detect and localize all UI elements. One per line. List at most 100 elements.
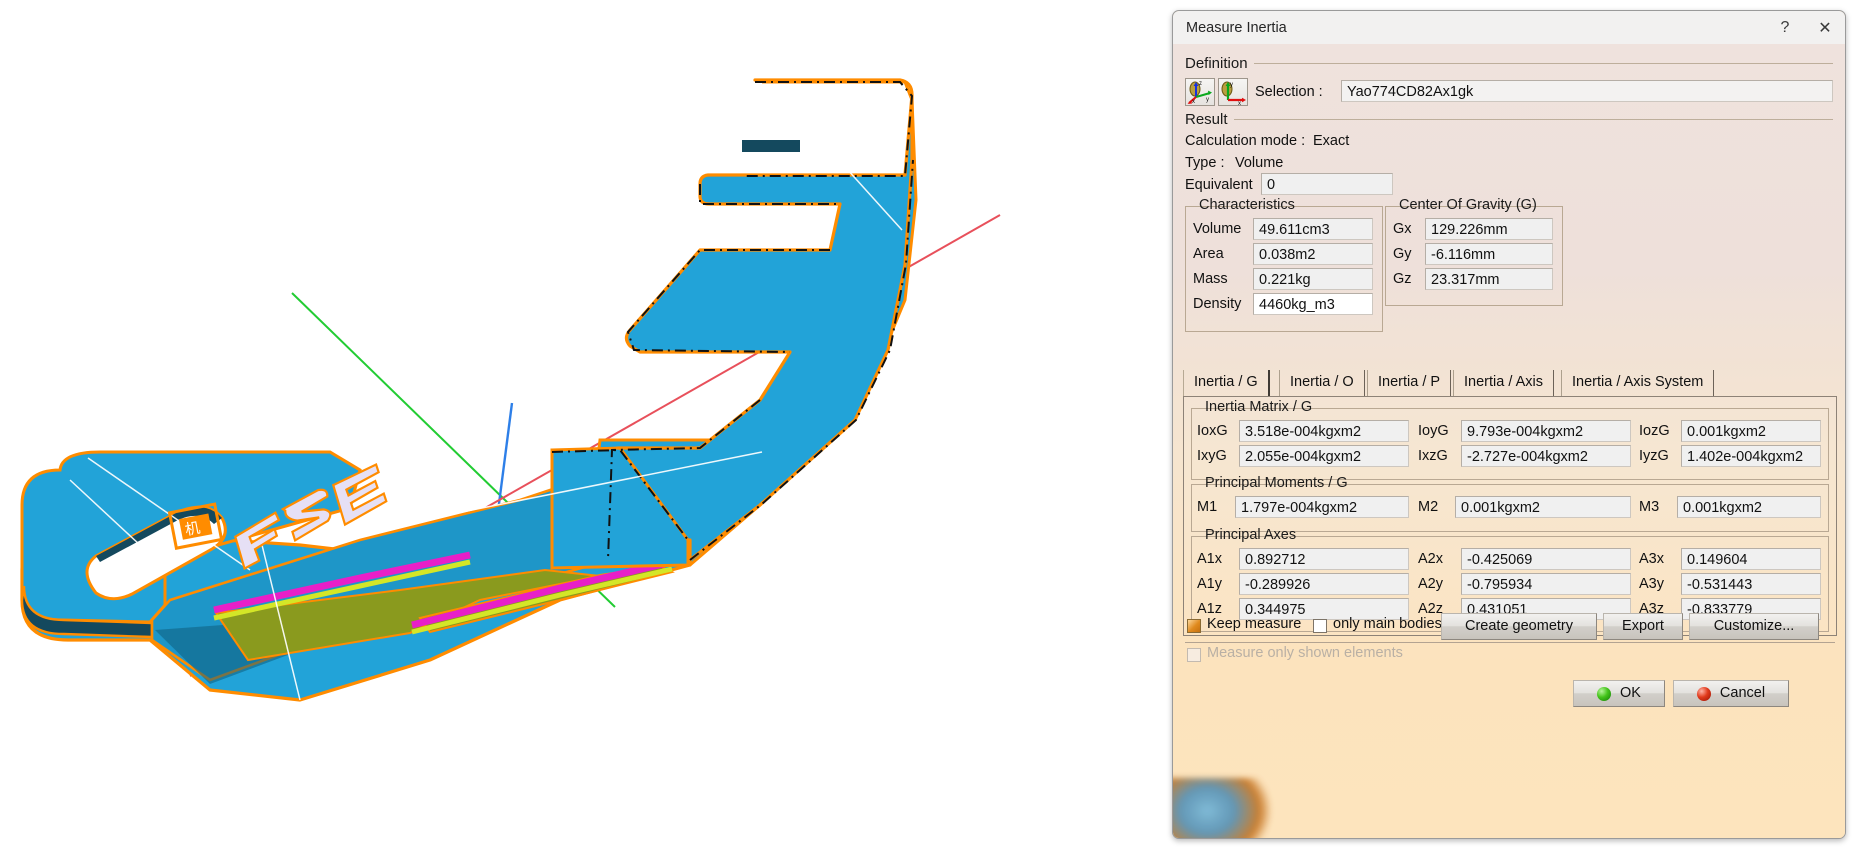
cancel-button[interactable]: Cancel xyxy=(1673,680,1789,707)
svg-text:机: 机 xyxy=(184,519,202,539)
a3y-label: A3y xyxy=(1639,576,1664,592)
a2x-label: A2x xyxy=(1418,551,1443,567)
area-value[interactable]: 0.038m2 xyxy=(1253,243,1373,265)
ok-button[interactable]: OK xyxy=(1573,680,1665,707)
iozg-label: IozG xyxy=(1639,423,1670,439)
ioyg-value[interactable]: 9.793e-004kgxm2 xyxy=(1461,420,1631,442)
only-main-bodies-checkbox[interactable] xyxy=(1313,619,1327,633)
mass-label: Mass xyxy=(1193,271,1228,287)
type-value: Volume xyxy=(1235,155,1283,171)
ok-button-label: OK xyxy=(1620,681,1641,706)
ioyg-label: IoyG xyxy=(1418,423,1449,439)
calculation-mode-label: Calculation mode : xyxy=(1185,133,1305,149)
a2z-label: A2z xyxy=(1418,601,1443,617)
mass-value[interactable]: 0.221kg xyxy=(1253,268,1373,290)
export-button[interactable]: Export xyxy=(1603,613,1683,640)
cancel-button-label: Cancel xyxy=(1720,681,1765,706)
dialog-corner-decoration xyxy=(1172,778,1271,839)
dialog-titlebar[interactable]: Measure Inertia ? ✕ xyxy=(1173,11,1845,45)
gy-label: Gy xyxy=(1393,246,1412,262)
a2x-value[interactable]: -0.425069 xyxy=(1461,548,1631,570)
result-section-header: Result xyxy=(1185,111,1833,128)
create-geometry-button[interactable]: Create geometry xyxy=(1441,613,1597,640)
gz-label: Gz xyxy=(1393,271,1412,287)
ioxg-label: IoxG xyxy=(1197,423,1228,439)
measure-only-shown-label: Measure only shown elements xyxy=(1207,645,1403,661)
gx-value[interactable]: 129.226mm xyxy=(1425,218,1553,240)
svg-text:y: y xyxy=(1206,97,1209,103)
m2-value[interactable]: 0.001kgxm2 xyxy=(1455,496,1631,518)
principal-moments-legend: Principal Moments / G xyxy=(1201,475,1352,491)
m1-value[interactable]: 1.797e-004kgxm2 xyxy=(1235,496,1409,518)
result-rule xyxy=(1234,119,1833,120)
iyzg-label: IyzG xyxy=(1639,448,1669,464)
a1x-label: A1x xyxy=(1197,551,1222,567)
a2y-label: A2y xyxy=(1418,576,1443,592)
center-of-gravity-legend: Center Of Gravity (G) xyxy=(1395,197,1541,213)
inertia-matrix-legend: Inertia Matrix / G xyxy=(1201,399,1316,415)
a2y-value[interactable]: -0.795934 xyxy=(1461,573,1631,595)
calculation-mode-value: Exact xyxy=(1313,133,1349,149)
help-icon[interactable]: ? xyxy=(1765,12,1805,43)
close-icon[interactable]: ✕ xyxy=(1805,12,1845,43)
ixzg-value[interactable]: -2.727e-004kgxm2 xyxy=(1461,445,1631,467)
volume-label: Volume xyxy=(1193,221,1241,237)
type-label: Type : xyxy=(1185,155,1225,171)
cancel-status-icon xyxy=(1697,687,1711,701)
dialog-title: Measure Inertia xyxy=(1186,20,1287,36)
axis-system-icon[interactable]: z y x xyxy=(1185,78,1215,106)
definition-rule xyxy=(1254,63,1833,64)
ixzg-label: IxzG xyxy=(1418,448,1448,464)
a1y-label: A1y xyxy=(1197,576,1222,592)
a3x-value[interactable]: 0.149604 xyxy=(1681,548,1821,570)
a3x-label: A3x xyxy=(1639,551,1664,567)
ixyg-label: IxyG xyxy=(1197,448,1227,464)
ok-status-icon xyxy=(1597,687,1611,701)
inertia-tabstrip: Inertia / G Inertia / O Inertia / P Iner… xyxy=(1183,370,1835,396)
only-main-bodies-label: only main bodies xyxy=(1333,616,1442,632)
svg-text:z: z xyxy=(1199,81,1202,87)
customize-button[interactable]: Customize... xyxy=(1689,613,1819,640)
ioxg-value[interactable]: 3.518e-004kgxm2 xyxy=(1239,420,1409,442)
gy-value[interactable]: -6.116mm xyxy=(1425,243,1553,265)
inertia-matrix-group: Inertia Matrix / G xyxy=(1191,408,1829,480)
selection-label: Selection : xyxy=(1255,84,1323,100)
principal-axes-legend: Principal Axes xyxy=(1201,527,1300,543)
iozg-value[interactable]: 0.001kgxm2 xyxy=(1681,420,1821,442)
footer-separator xyxy=(1185,642,1835,643)
svg-text:x: x xyxy=(1192,99,1195,105)
m3-label: M3 xyxy=(1639,499,1659,515)
a1x-value[interactable]: 0.892712 xyxy=(1239,548,1409,570)
gx-label: Gx xyxy=(1393,221,1412,237)
dialog-body: Definition z y x y x Selection : xyxy=(1173,44,1845,838)
equivalent-input[interactable]: 0 xyxy=(1261,173,1393,195)
volume-value[interactable]: 49.611cm3 xyxy=(1253,218,1373,240)
m2-label: M2 xyxy=(1418,499,1438,515)
ixyg-value[interactable]: 2.055e-004kgxm2 xyxy=(1239,445,1409,467)
keep-measure-checkbox[interactable] xyxy=(1187,619,1201,633)
m3-value[interactable]: 0.001kgxm2 xyxy=(1677,496,1821,518)
selection-input[interactable]: Yao774CD82Ax1gk xyxy=(1341,80,1833,102)
tab-inertia-g[interactable]: Inertia / G xyxy=(1183,370,1270,396)
a3y-value[interactable]: -0.531443 xyxy=(1681,573,1821,595)
tab-inertia-axis[interactable]: Inertia / Axis xyxy=(1453,370,1554,396)
result-section-label: Result xyxy=(1185,111,1234,128)
area-label: Area xyxy=(1193,246,1224,262)
tab-inertia-o[interactable]: Inertia / O xyxy=(1279,370,1365,396)
measure-inertia-dialog: Measure Inertia ? ✕ Definition z y x xyxy=(1172,10,1846,839)
measure-only-shown-checkbox[interactable] xyxy=(1187,648,1201,662)
definition-section-label: Definition xyxy=(1185,55,1254,72)
part-thickness-shadow xyxy=(742,140,800,152)
axis-system-2d-icon[interactable]: y x xyxy=(1218,78,1248,106)
iyzg-value[interactable]: 1.402e-004kgxm2 xyxy=(1681,445,1821,467)
a1y-value[interactable]: -0.289926 xyxy=(1239,573,1409,595)
tab-inertia-p[interactable]: Inertia / P xyxy=(1367,370,1451,396)
tab-inertia-axis-system[interactable]: Inertia / Axis System xyxy=(1561,370,1714,396)
density-label: Density xyxy=(1193,296,1241,312)
svg-text:y: y xyxy=(1230,82,1233,88)
definition-section-header: Definition xyxy=(1185,55,1833,72)
density-input[interactable]: 4460kg_m3 xyxy=(1253,293,1373,315)
gz-value[interactable]: 23.317mm xyxy=(1425,268,1553,290)
equivalent-label: Equivalent xyxy=(1185,177,1253,193)
m1-label: M1 xyxy=(1197,499,1217,515)
